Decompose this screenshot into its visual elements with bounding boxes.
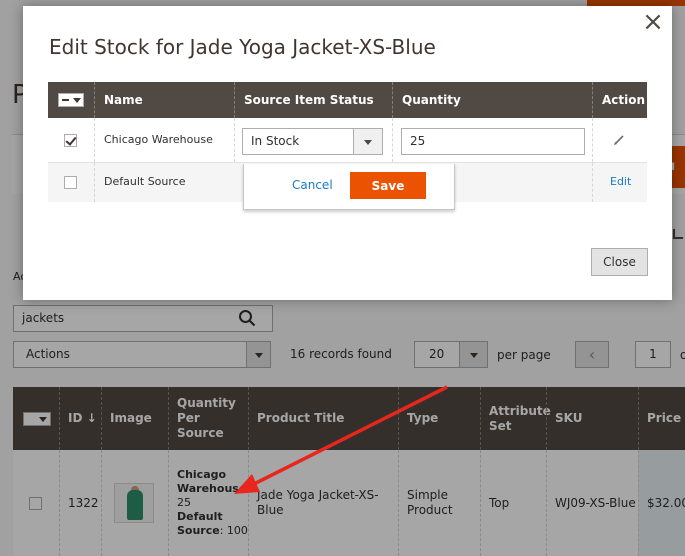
source-item-status-value: In Stock (251, 134, 300, 148)
quantity-cell: 25 (392, 118, 592, 162)
column-action: Action (592, 82, 647, 118)
close-icon[interactable]: × (642, 9, 664, 35)
column-quantity: Quantity (392, 82, 592, 118)
edit-stock-modal: Edit Stock for Jade Yoga Jacket-XS-Blue … (23, 6, 672, 300)
close-button[interactable]: Close (591, 248, 648, 276)
quantity-input[interactable]: 25 (401, 128, 585, 155)
column-name: Name (94, 82, 234, 118)
row-checkbox[interactable] (64, 176, 77, 189)
source-status-cell: In Stock (234, 118, 392, 162)
source-name: Default Source (104, 175, 186, 188)
inline-edit-actions: Cancel Save (243, 164, 455, 210)
row-select-cell (48, 163, 94, 202)
mass-select-checkbox[interactable] (58, 93, 84, 107)
chevron-down-icon[interactable] (353, 129, 382, 154)
source-name: Chicago Warehouse (104, 133, 213, 146)
column-source-item-status: Source Item Status (234, 82, 392, 118)
modal-title: Edit Stock for Jade Yoga Jacket-XS-Blue (49, 35, 436, 59)
table-row[interactable]: Chicago Warehouse In Stock 25 (48, 118, 647, 163)
cancel-button[interactable]: Cancel (292, 178, 333, 192)
select-column (48, 82, 94, 118)
action-cell (592, 118, 647, 162)
save-button[interactable]: Save (350, 172, 426, 199)
action-cell: Edit (592, 163, 647, 202)
row-checkbox[interactable] (64, 134, 77, 147)
edit-link[interactable]: Edit (610, 175, 631, 188)
pencil-icon[interactable] (613, 134, 625, 146)
sources-grid-header: Name Source Item Status Quantity Action (48, 82, 647, 118)
source-name-cell: Default Source (94, 163, 234, 202)
row-select-cell (48, 118, 94, 162)
source-name-cell: Chicago Warehouse (94, 118, 234, 162)
source-item-status-select[interactable]: In Stock (242, 128, 383, 155)
